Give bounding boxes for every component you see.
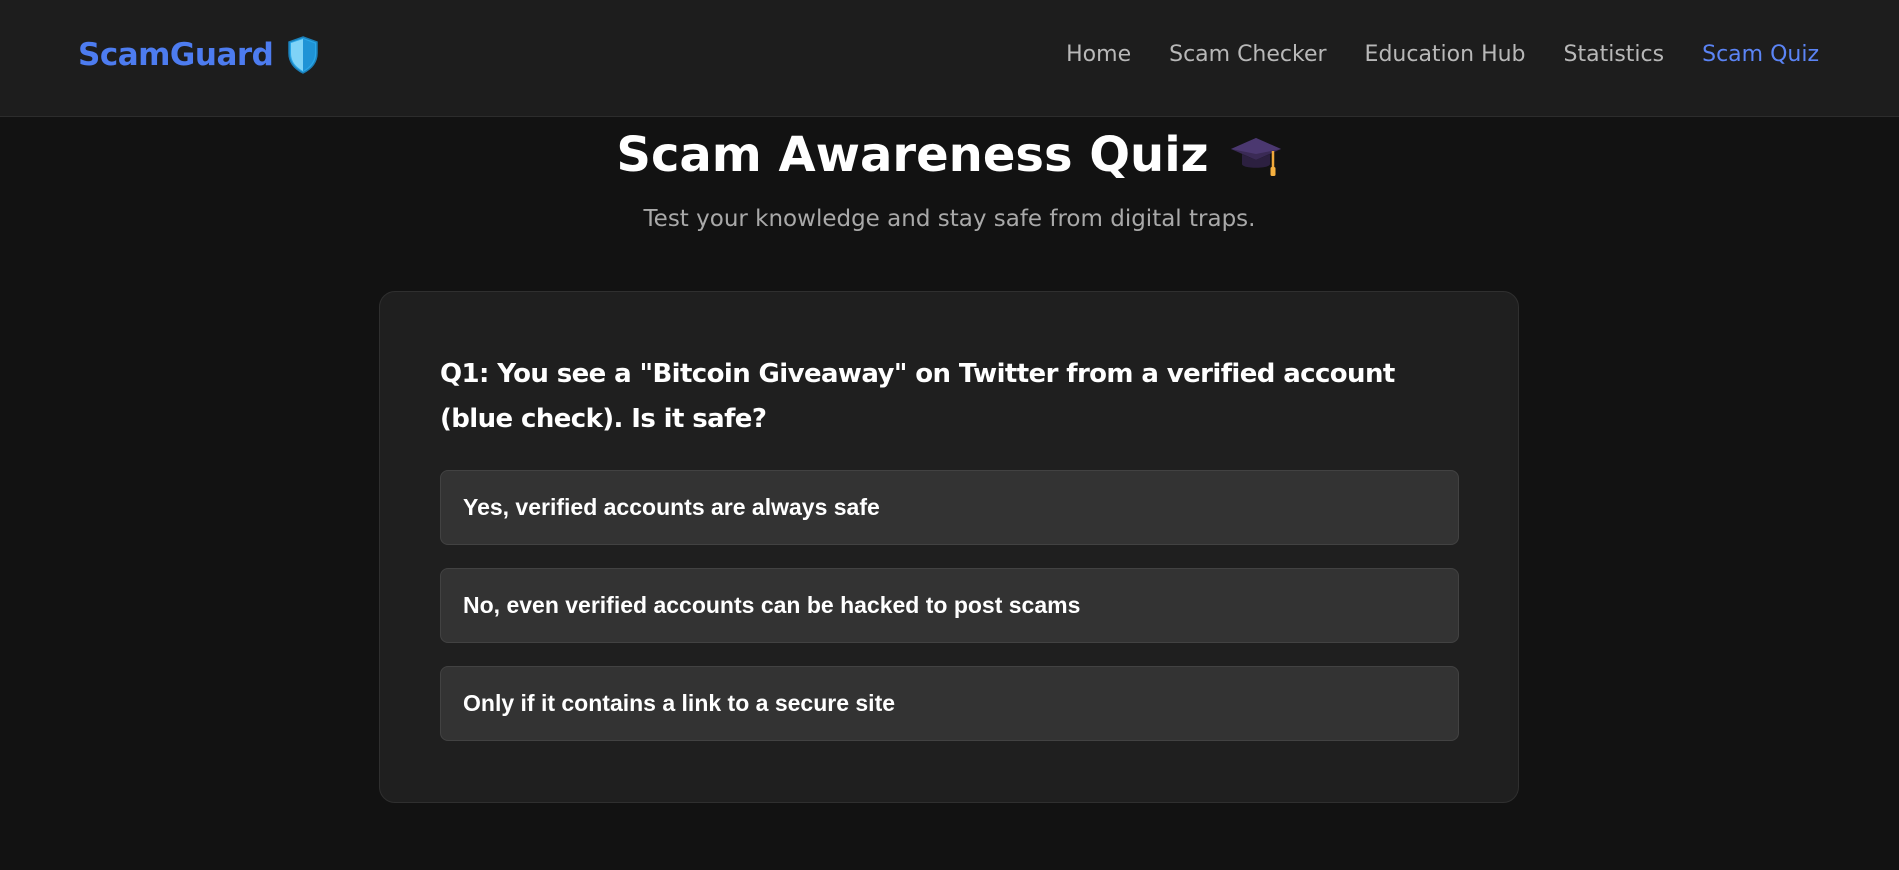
nav-links: Home Scam Checker Education Hub Statisti… <box>1066 42 1819 67</box>
page-title-row: Scam Awareness Quiz <box>616 120 1282 190</box>
brand-logo[interactable]: ScamGuard <box>78 36 319 74</box>
nav-statistics[interactable]: Statistics <box>1564 42 1665 67</box>
question-text: Q1: You see a "Bitcoin Giveaway" on Twit… <box>440 359 1395 434</box>
brand-name: ScamGuard <box>78 37 274 73</box>
page-header: Scam Awareness Quiz Test your knowledge … <box>0 120 1899 232</box>
answer-option-1[interactable]: Yes, verified accounts are always safe <box>440 470 1459 545</box>
quiz-card: Q1: You see a "Bitcoin Giveaway" on Twit… <box>379 291 1519 803</box>
nav-scam-quiz[interactable]: Scam Quiz <box>1702 42 1819 67</box>
answer-option-3[interactable]: Only if it contains a link to a secure s… <box>440 666 1459 741</box>
page-title: Scam Awareness Quiz <box>616 127 1209 183</box>
answer-option-2[interactable]: No, even verified accounts can be hacked… <box>440 568 1459 643</box>
page-subtitle: Test your knowledge and stay safe from d… <box>643 206 1256 232</box>
shield-icon <box>288 36 319 74</box>
nav-scam-checker[interactable]: Scam Checker <box>1169 42 1326 67</box>
nav-home[interactable]: Home <box>1066 42 1131 67</box>
nav-education-hub[interactable]: Education Hub <box>1365 42 1526 67</box>
answer-options: Yes, verified accounts are always safe N… <box>440 470 1459 741</box>
top-navbar: ScamGuard Home Scam Checker Education Hu… <box>0 0 1899 117</box>
graduation-cap-icon <box>1230 138 1281 176</box>
